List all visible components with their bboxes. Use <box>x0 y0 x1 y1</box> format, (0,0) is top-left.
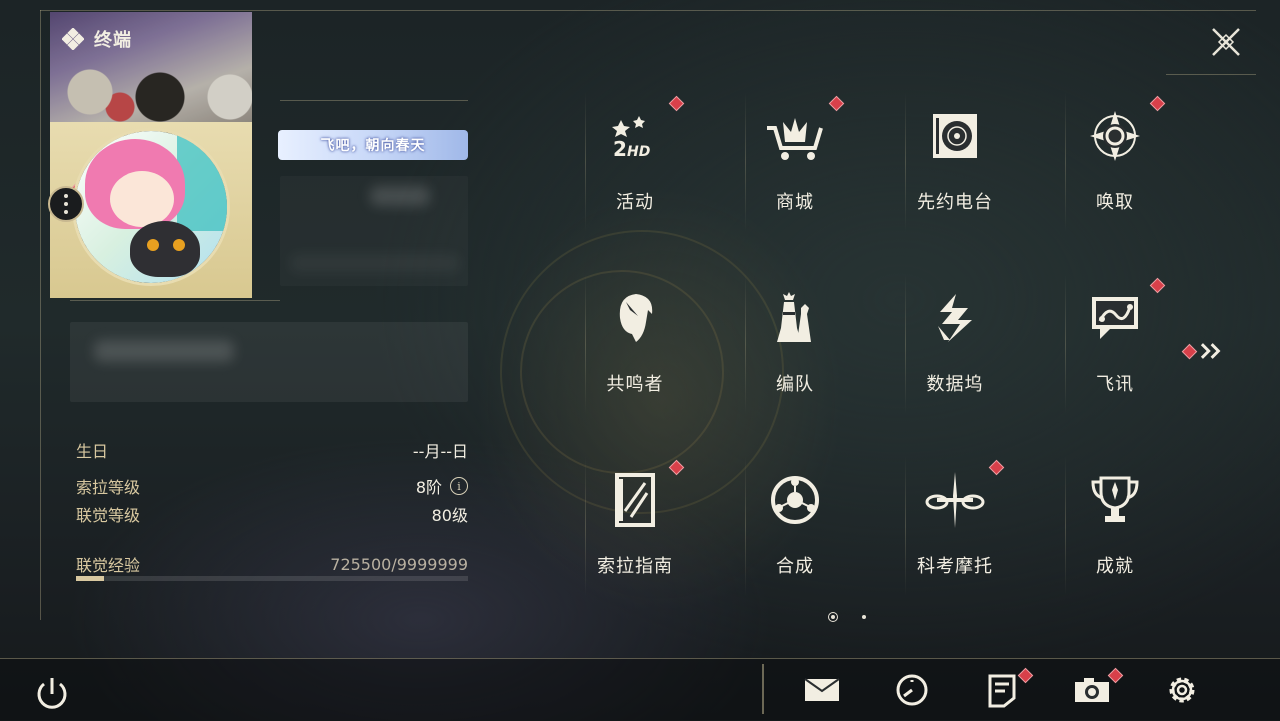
menu-label: 编队 <box>776 374 814 395</box>
info-icon[interactable]: i <box>450 477 468 495</box>
motorcycle-icon <box>923 468 987 532</box>
shop-cart-crown-icon <box>763 104 827 168</box>
signature-blurred[interactable] <box>70 322 468 402</box>
menu-label: 科考摩托 <box>917 556 993 577</box>
birthday-label: 生日 <box>76 442 109 461</box>
menu-item-radio[interactable]: 先约电台 <box>875 82 1035 232</box>
double-chevron-right-icon <box>1200 343 1221 359</box>
birthday-row: 生日 --月--日 <box>76 436 468 464</box>
menu-label: 数据坞 <box>926 374 984 395</box>
event-2hd-icon: 2 HD <box>603 104 667 168</box>
notice-icon <box>988 674 1016 708</box>
resonator-head-icon <box>603 286 667 350</box>
menu-item-motorcycle[interactable]: 科考摩托 <box>875 446 1035 596</box>
settings-button[interactable] <box>1162 670 1202 710</box>
left-frame-line <box>40 10 41 620</box>
clock-icon <box>896 674 928 706</box>
menu-label: 商城 <box>776 192 814 213</box>
menu-item-databank[interactable]: 数据坞 <box>875 264 1035 414</box>
sol-rank-label: 索拉等级 <box>76 478 141 497</box>
mail-icon <box>804 678 840 701</box>
union-level-value: 80级 <box>431 506 468 525</box>
page-dot-1[interactable] <box>828 612 838 622</box>
menu-item-activity[interactable]: 2 HD 活动 <box>555 82 715 232</box>
menu-item-messages[interactable]: 飞讯 <box>1035 264 1195 414</box>
separator-line <box>280 100 468 101</box>
svg-text:HD: HD <box>627 144 650 160</box>
bottom-divider <box>762 664 764 714</box>
terminal-header: 终端 <box>62 26 132 52</box>
top-frame-line <box>40 10 1256 11</box>
menu-label: 成就 <box>1096 556 1134 577</box>
menu-item-achievements[interactable]: 成就 <box>1035 446 1195 596</box>
avatar[interactable] <box>72 128 230 286</box>
right-frame-line <box>1166 74 1256 75</box>
menu-item-team[interactable]: 编队 <box>715 264 875 414</box>
menu-label: 索拉指南 <box>597 556 673 577</box>
page-dot-2[interactable] <box>862 615 866 619</box>
close-button[interactable] <box>1206 22 1246 62</box>
settings-gear-icon <box>1169 677 1195 703</box>
union-level-label: 联觉等级 <box>76 506 141 525</box>
close-icon <box>1212 28 1240 56</box>
union-exp-label: 联觉经验 <box>76 556 141 575</box>
menu-grid: 2 HD 活动 商城 先约电台 唤取 共鸣者 编队 数据坞 飞讯 索拉指南 合成… <box>555 82 1195 602</box>
profile-more-button[interactable] <box>48 186 84 222</box>
terminal-diamond-icon <box>62 28 84 50</box>
menu-label: 合成 <box>776 556 814 577</box>
power-button[interactable] <box>32 674 72 714</box>
camera-button[interactable] <box>1072 670 1112 710</box>
menu-label: 飞讯 <box>1096 374 1134 395</box>
separator-line <box>70 300 280 301</box>
notice-button[interactable] <box>982 670 1022 710</box>
menu-item-synthesis[interactable]: 合成 <box>715 446 875 596</box>
mail-button[interactable] <box>802 670 842 710</box>
profile-info: 生日 --月--日 索拉等级 8阶 i 联觉等级 80级 联觉经验 725500… <box>76 436 468 578</box>
radio-record-icon <box>923 104 987 168</box>
sol-rank-value: 8阶 <box>415 478 442 497</box>
menu-item-resonator[interactable]: 共鸣者 <box>555 264 715 414</box>
menu-label: 唤取 <box>1096 192 1134 213</box>
menu-item-convene[interactable]: 唤取 <box>1035 82 1195 232</box>
page-indicator <box>828 612 866 622</box>
data-bank-icon <box>923 286 987 350</box>
guide-book-icon <box>603 468 667 532</box>
page-title: 终端 <box>94 30 132 51</box>
union-exp-value: 725500/9999999 <box>330 554 468 574</box>
sol-rank-row: 索拉等级 8阶 i <box>76 472 468 500</box>
union-exp-bar <box>76 576 468 581</box>
menu-label: 活动 <box>616 192 654 213</box>
next-page-button[interactable] <box>1181 340 1224 362</box>
convene-star-icon <box>1083 104 1147 168</box>
clock-button[interactable] <box>892 670 932 710</box>
message-chat-icon <box>1083 286 1147 350</box>
union-exp-fill <box>76 576 105 581</box>
nameplate[interactable]: 飞吧，朝向春天 <box>278 130 468 160</box>
birthday-value: --月--日 <box>412 442 468 461</box>
trophy-icon <box>1083 468 1147 532</box>
menu-item-shop[interactable]: 商城 <box>715 82 875 232</box>
menu-item-guide[interactable]: 索拉指南 <box>555 446 715 596</box>
nameplate-text: 飞吧，朝向春天 <box>320 138 426 154</box>
more-dots-icon <box>64 192 68 216</box>
union-level-row: 联觉等级 80级 <box>76 500 468 528</box>
username-blurred <box>280 176 468 286</box>
menu-label: 先约电台 <box>917 192 993 213</box>
union-exp-row: 联觉经验 725500/9999999 <box>76 550 468 578</box>
menu-label: 共鸣者 <box>606 374 664 395</box>
camera-icon <box>1075 678 1109 702</box>
svg-text:2: 2 <box>613 137 627 161</box>
synthesis-orb-icon <box>763 468 827 532</box>
power-icon <box>37 678 67 709</box>
team-chess-icon <box>763 286 827 350</box>
